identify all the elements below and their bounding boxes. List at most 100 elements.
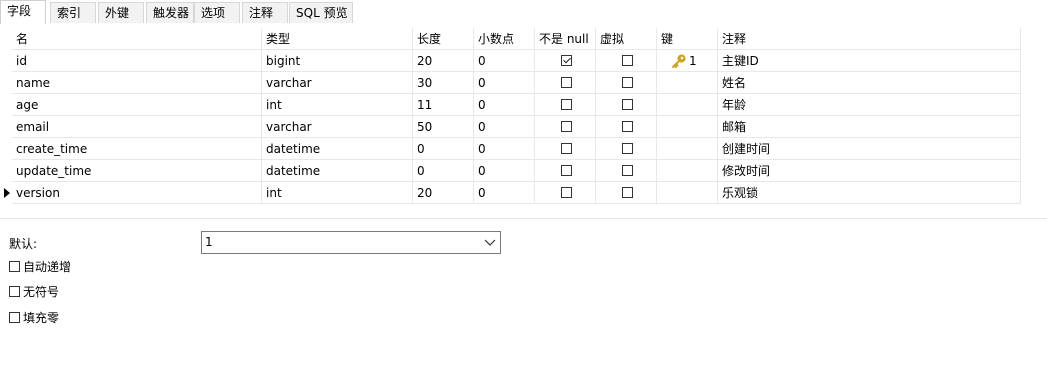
cell-comment[interactable]: 修改时间 — [718, 160, 1021, 182]
cell-decimals[interactable]: 0 — [474, 94, 535, 116]
table-row[interactable]: age int 11 0 年龄 — [0, 94, 1021, 116]
cell-comment[interactable]: 邮箱 — [718, 116, 1021, 138]
cell-not-null[interactable] — [535, 72, 596, 94]
table-row[interactable]: id bigint 20 0 1 主键ID — [0, 50, 1021, 72]
cell-decimals[interactable]: 0 — [474, 138, 535, 160]
column-header-length[interactable]: 长度 — [413, 28, 474, 50]
column-header-comment[interactable]: 注释 — [718, 28, 1021, 50]
checkbox-unchecked[interactable] — [561, 165, 572, 176]
cell-length[interactable]: 0 — [413, 138, 474, 160]
cell-key[interactable] — [657, 138, 718, 160]
checkbox-unchecked[interactable] — [561, 77, 572, 88]
column-header-virtual[interactable]: 虚拟 — [596, 28, 657, 50]
checkbox-unchecked[interactable] — [561, 99, 572, 110]
cell-comment[interactable]: 主键ID — [718, 50, 1021, 72]
cell-decimals[interactable]: 0 — [474, 72, 535, 94]
column-header-key[interactable]: 键 — [657, 28, 718, 50]
cell-virtual[interactable] — [596, 138, 657, 160]
cell-type[interactable]: varchar — [262, 72, 413, 94]
cell-name[interactable]: update_time — [12, 160, 262, 182]
cell-name[interactable]: age — [12, 94, 262, 116]
checkbox-unchecked[interactable] — [561, 143, 572, 154]
tab-fields[interactable]: 字段 — [0, 0, 46, 24]
table-row[interactable]: version int 20 0 乐观锁 — [0, 182, 1021, 204]
checkbox-unchecked[interactable] — [622, 77, 633, 88]
checkbox-box — [9, 261, 20, 272]
cell-name[interactable]: email — [12, 116, 262, 138]
auto-increment-checkbox[interactable]: 自动递增 — [9, 259, 71, 275]
checkbox-unchecked[interactable] — [622, 99, 633, 110]
cell-decimals[interactable]: 0 — [474, 50, 535, 72]
checkbox-unchecked[interactable] — [622, 121, 633, 132]
cell-key[interactable]: 1 — [657, 50, 718, 72]
default-value-select[interactable]: 1 — [201, 231, 501, 254]
checkbox-unchecked[interactable] — [561, 187, 572, 198]
cell-comment[interactable]: 创建时间 — [718, 138, 1021, 160]
cell-virtual[interactable] — [596, 50, 657, 72]
checkbox-unchecked[interactable] — [622, 187, 633, 198]
cell-length[interactable]: 20 — [413, 50, 474, 72]
column-header-not-null[interactable]: 不是 null — [535, 28, 596, 50]
cell-name[interactable]: version — [12, 182, 262, 204]
table-row[interactable]: create_time datetime 0 0 创建时间 — [0, 138, 1021, 160]
cell-type[interactable]: varchar — [262, 116, 413, 138]
tab-sql-preview[interactable]: SQL 预览 — [289, 2, 353, 23]
cell-type[interactable]: bigint — [262, 50, 413, 72]
unsigned-checkbox[interactable]: 无符号 — [9, 284, 59, 300]
cell-comment[interactable]: 年龄 — [718, 94, 1021, 116]
cell-decimals[interactable]: 0 — [474, 182, 535, 204]
column-header-decimals[interactable]: 小数点 — [474, 28, 535, 50]
tab-comments[interactable]: 注释 — [242, 2, 288, 23]
cell-not-null[interactable] — [535, 116, 596, 138]
tab-bar: 字段 索引 外键 触发器 选项 注释 SQL 预览 — [0, 0, 1047, 24]
cell-name[interactable]: id — [12, 50, 262, 72]
cell-comment[interactable]: 乐观锁 — [718, 182, 1021, 204]
cell-not-null[interactable] — [535, 160, 596, 182]
fields-grid: 名 类型 长度 小数点 不是 null 虚拟 键 注释 id bigint 20 0 1… — [0, 28, 1021, 204]
tab-triggers[interactable]: 触发器 — [146, 2, 194, 23]
tab-options[interactable]: 选项 — [194, 2, 240, 23]
checkbox-unchecked[interactable] — [622, 143, 633, 154]
checkbox-box — [9, 312, 20, 323]
cell-not-null[interactable] — [535, 50, 596, 72]
cell-type[interactable]: datetime — [262, 160, 413, 182]
cell-virtual[interactable] — [596, 182, 657, 204]
cell-type[interactable]: datetime — [262, 138, 413, 160]
column-header-name[interactable]: 名 — [12, 28, 262, 50]
table-row[interactable]: update_time datetime 0 0 修改时间 — [0, 160, 1021, 182]
cell-virtual[interactable] — [596, 160, 657, 182]
cell-decimals[interactable]: 0 — [474, 116, 535, 138]
cell-type[interactable]: int — [262, 182, 413, 204]
checkbox-unchecked[interactable] — [622, 55, 633, 66]
cell-length[interactable]: 0 — [413, 160, 474, 182]
cell-not-null[interactable] — [535, 138, 596, 160]
cell-key[interactable] — [657, 160, 718, 182]
cell-not-null[interactable] — [535, 182, 596, 204]
cell-length[interactable]: 20 — [413, 182, 474, 204]
tab-foreign-keys[interactable]: 外键 — [98, 2, 144, 23]
checkbox-checked[interactable] — [561, 55, 572, 66]
cell-key[interactable] — [657, 182, 718, 204]
cell-length[interactable]: 30 — [413, 72, 474, 94]
cell-virtual[interactable] — [596, 94, 657, 116]
zerofill-checkbox[interactable]: 填充零 — [9, 310, 59, 326]
cell-name[interactable]: name — [12, 72, 262, 94]
table-row[interactable]: email varchar 50 0 邮箱 — [0, 116, 1021, 138]
cell-key[interactable] — [657, 94, 718, 116]
cell-decimals[interactable]: 0 — [474, 160, 535, 182]
cell-name[interactable]: create_time — [12, 138, 262, 160]
cell-virtual[interactable] — [596, 116, 657, 138]
column-header-type[interactable]: 类型 — [262, 28, 413, 50]
table-row[interactable]: name varchar 30 0 姓名 — [0, 72, 1021, 94]
checkbox-unchecked[interactable] — [622, 165, 633, 176]
cell-virtual[interactable] — [596, 72, 657, 94]
tab-indexes[interactable]: 索引 — [50, 2, 96, 23]
cell-length[interactable]: 50 — [413, 116, 474, 138]
cell-key[interactable] — [657, 116, 718, 138]
cell-key[interactable] — [657, 72, 718, 94]
cell-comment[interactable]: 姓名 — [718, 72, 1021, 94]
cell-type[interactable]: int — [262, 94, 413, 116]
cell-not-null[interactable] — [535, 94, 596, 116]
cell-length[interactable]: 11 — [413, 94, 474, 116]
checkbox-unchecked[interactable] — [561, 121, 572, 132]
